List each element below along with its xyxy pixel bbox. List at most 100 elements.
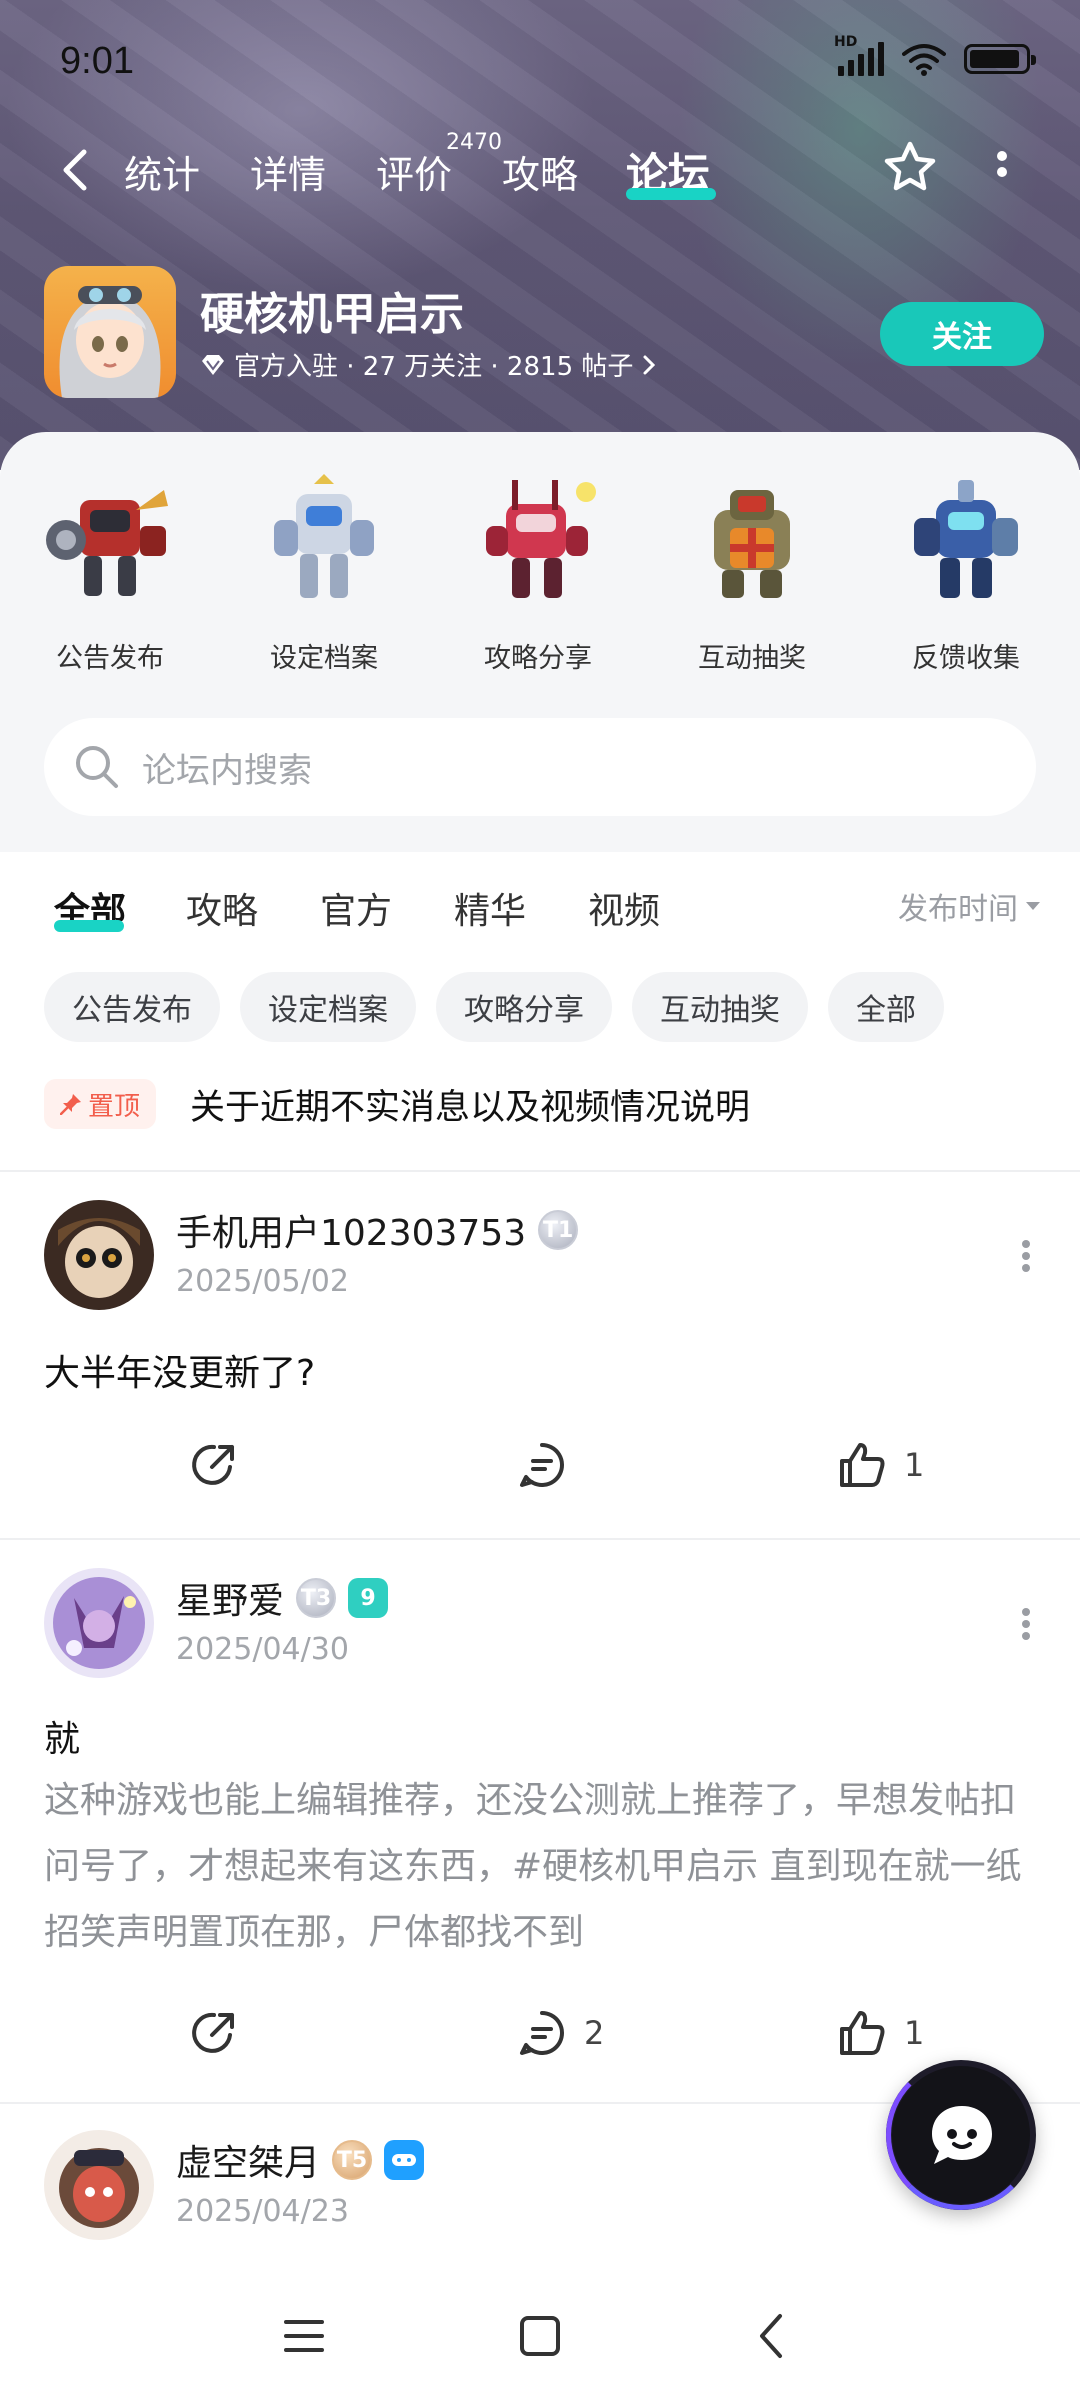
star-icon[interactable] (880, 138, 940, 198)
chip-guides[interactable]: 攻略分享 (436, 972, 612, 1042)
pin-icon (60, 1094, 81, 1115)
game-meta-text: 官方入驻 · 27 万关注 · 2815 帖子 (234, 352, 634, 382)
author-name: 虚空桀月 (176, 2143, 321, 2184)
post-author[interactable]: 星野爱 T3 9 (176, 1572, 389, 1624)
menu-icon[interactable] (276, 2308, 332, 2364)
game-header-banner: 9:01 HD 统计 详情 评价 2470 攻略 论坛 硬核机甲启示 官方入驻 … (0, 0, 1080, 470)
share-button[interactable] (186, 1430, 242, 1500)
post-more-icon[interactable] (1020, 1606, 1032, 1642)
active-tab-indicator (626, 188, 716, 200)
category-label: 攻略分享 (484, 643, 592, 674)
post-filter-tabs: 全部 攻略 官方 精华 视频 发布时间 (0, 870, 1080, 940)
like-button[interactable]: 1 (834, 1998, 924, 2068)
thumbs-up-icon (840, 2011, 885, 2055)
sort-dropdown[interactable]: 发布时间 (898, 884, 1040, 928)
achievement-badge: 9 (348, 1578, 389, 1618)
comment-icon (520, 2011, 564, 2055)
post-body: 这种游戏也能上编辑推荐，还没公测就上推荐了，早想发帖扣问号了，才想起来有这东西，… (44, 1780, 1022, 1953)
post-item[interactable]: 星野爱 T3 9 2025/04/30 就 这种游戏也能上编辑推荐，还没公测就上… (0, 1568, 1080, 2088)
user-level-badge: T3 (296, 1578, 337, 1618)
avatar-image (44, 1568, 154, 1678)
filter-tab-featured[interactable]: 精华 (454, 882, 526, 934)
category-guides[interactable]: 攻略分享 (448, 470, 628, 674)
post-title: 大半年没更新了? (44, 1353, 316, 1394)
reviews-count-badge: 2470 (446, 130, 502, 155)
author-name: 手机用户102303753 (176, 1213, 527, 1254)
filter-tab-videos[interactable]: 视频 (588, 882, 660, 934)
user-avatar[interactable] (44, 1200, 154, 1310)
divider (0, 1538, 1080, 1540)
avatar-image (44, 1200, 154, 1310)
forum-category-grid: 公告发布 设定档案 攻略分享 互动抽奖 反馈收集 (0, 470, 1080, 674)
chip-all[interactable]: 全部 (828, 972, 944, 1042)
user-level-badge: T1 (538, 1210, 579, 1250)
tab-details[interactable]: 详情 (250, 144, 326, 199)
like-button[interactable]: 1 (834, 1430, 924, 1500)
thumbs-up-icon (840, 1443, 885, 1487)
post-date: 2025/04/23 (176, 2194, 349, 2229)
comment-count: 2 (584, 2014, 605, 2052)
user-level-badge: T5 (332, 2140, 373, 2180)
status-icons: HD (834, 34, 1036, 76)
game-stats[interactable]: 官方入驻 · 27 万关注 · 2815 帖子 (200, 346, 657, 383)
author-name: 星野爱 (176, 1581, 285, 1622)
search-input[interactable]: 论坛内搜索 (142, 743, 312, 792)
user-avatar[interactable] (44, 2130, 154, 2240)
mecha-lottery-icon (714, 490, 790, 598)
chevron-right-icon (643, 355, 656, 374)
status-bar: 9:01 HD (0, 0, 1080, 120)
post-actions: 1 (0, 1430, 1080, 1500)
game-avatar[interactable] (44, 266, 176, 398)
chip-lottery[interactable]: 互动抽奖 (632, 972, 808, 1042)
wifi-icon (902, 44, 946, 76)
category-label: 互动抽奖 (698, 643, 806, 674)
game-title: 硬核机甲启示 (200, 289, 464, 340)
pinned-badge: 置顶 (44, 1079, 157, 1129)
tab-stats[interactable]: 统计 (124, 144, 200, 199)
category-archive[interactable]: 设定档案 (234, 470, 414, 674)
category-label: 反馈收集 (912, 643, 1020, 674)
diamond-verified-icon (202, 354, 224, 375)
post-author[interactable]: 手机用户102303753 T1 (176, 1204, 579, 1256)
post-date: 2025/04/30 (176, 1632, 349, 1667)
like-count: 1 (904, 2014, 925, 2052)
like-count: 1 (904, 1446, 925, 1484)
post-item[interactable]: 手机用户102303753 T1 2025/05/02 大半年没更新了? 1 (0, 1200, 1080, 1520)
filter-tab-official[interactable]: 官方 (320, 882, 392, 934)
category-announcement[interactable]: 公告发布 (20, 470, 200, 674)
chip-archive[interactable]: 设定档案 (240, 972, 416, 1042)
share-icon (192, 2012, 234, 2053)
user-avatar[interactable] (44, 1568, 154, 1678)
back-icon[interactable] (746, 2308, 802, 2364)
share-button[interactable] (186, 1998, 242, 2068)
back-arrow-icon[interactable] (56, 148, 96, 192)
active-filter-indicator (54, 920, 124, 932)
category-lottery[interactable]: 互动抽奖 (662, 470, 842, 674)
game-info: 硬核机甲启示 官方入驻 · 27 万关注 · 2815 帖子 关注 (44, 266, 1044, 398)
cellular-signal-icon: HD (834, 34, 884, 76)
game-character-icon (59, 286, 161, 398)
post-author[interactable]: 虚空桀月 T5 (176, 2134, 425, 2186)
category-chips: 公告发布 设定档案 攻略分享 互动抽奖 全部 (44, 972, 944, 1042)
chip-announcement[interactable]: 公告发布 (44, 972, 220, 1042)
post-more-icon[interactable] (1020, 1238, 1032, 1274)
chat-fab-button[interactable] (886, 2060, 1036, 2210)
system-navigation-bar (0, 2280, 1080, 2400)
comment-button[interactable]: 2 (514, 1998, 604, 2068)
sort-label: 发布时间 (898, 892, 1018, 927)
mecha-guide-icon (486, 480, 596, 598)
mecha-announcement-icon (46, 490, 168, 596)
more-options-icon[interactable] (990, 146, 1014, 194)
home-icon[interactable] (512, 2308, 568, 2364)
pinned-post[interactable]: 置顶 关于近期不实消息以及视频情况说明 (44, 1076, 1044, 1132)
share-icon (192, 1444, 234, 1485)
category-feedback[interactable]: 反馈收集 (876, 470, 1056, 674)
tab-reviews[interactable]: 评价 (376, 144, 452, 199)
filter-tab-guides[interactable]: 攻略 (186, 882, 258, 934)
forum-search-bar[interactable]: 论坛内搜索 (44, 718, 1036, 816)
follow-button[interactable]: 关注 (880, 302, 1044, 366)
network-type: HD (834, 34, 858, 50)
comment-button[interactable] (514, 1430, 570, 1500)
mecha-feedback-icon (914, 480, 1018, 598)
tab-guides[interactable]: 攻略 (502, 144, 578, 199)
